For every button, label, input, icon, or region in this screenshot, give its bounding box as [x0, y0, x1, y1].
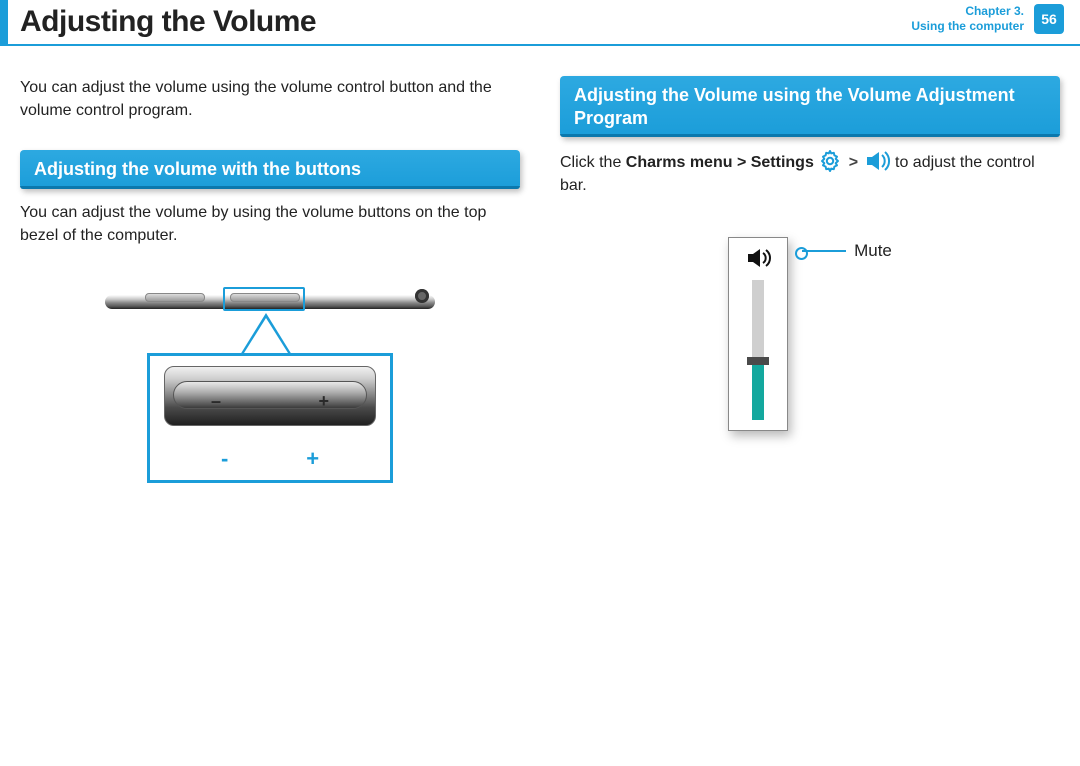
zoom-minus-label: - [221, 446, 228, 472]
program-text-pre: Click the [560, 154, 626, 171]
header-accent-bar [0, 0, 8, 44]
volume-button-highlight [223, 287, 305, 311]
left-column: You can adjust the volume using the volu… [20, 76, 520, 483]
mute-toggle-icon[interactable] [743, 244, 773, 272]
zoom-labels: - + [164, 446, 376, 474]
program-body-text: Click the Charms menu > Settings > [560, 149, 1060, 197]
volume-icon [865, 149, 891, 173]
page-number-badge: 56 [1034, 4, 1064, 34]
volume-slider[interactable] [752, 280, 764, 420]
page-header: Adjusting the Volume Chapter 3. Using th… [0, 0, 1080, 46]
page-title: Adjusting the Volume [20, 5, 316, 39]
leader-line-icon [802, 250, 846, 252]
settings-gear-icon [818, 149, 842, 173]
volume-slider-thumb[interactable] [747, 357, 769, 365]
chapter-name: Using the computer [911, 19, 1024, 34]
header-right: Chapter 3. Using the computer 56 [911, 0, 1064, 34]
zoom-callout: – + - + [147, 353, 393, 483]
intro-text: You can adjust the volume using the volu… [20, 76, 520, 122]
section-heading-buttons: Adjusting the volume with the buttons [20, 150, 520, 189]
zoom-plus-label: + [306, 446, 319, 472]
buttons-body-text: You can adjust the volume by using the v… [20, 201, 520, 247]
volume-panel-figure: Mute [560, 237, 1060, 431]
rocker-plus-icon: + [318, 391, 329, 412]
mute-callout: Mute [802, 241, 892, 261]
volume-rocker-illustration: – + [164, 366, 376, 426]
chapter-number: Chapter 3. [911, 4, 1024, 19]
volume-panel [728, 237, 788, 431]
section-heading-program: Adjusting the Volume using the Volume Ad… [560, 76, 1060, 137]
path-separator: > [849, 154, 858, 171]
right-column: Adjusting the Volume using the Volume Ad… [560, 76, 1060, 483]
charms-path: Charms menu > Settings [626, 154, 814, 171]
device-figure: – + - + [20, 287, 520, 483]
device-edge-illustration [105, 287, 435, 315]
content-columns: You can adjust the volume using the volu… [0, 46, 1080, 483]
mute-label: Mute [854, 241, 892, 261]
rocker-minus-icon: – [211, 391, 221, 412]
header-left: Adjusting the Volume [0, 0, 316, 44]
chapter-info: Chapter 3. Using the computer [911, 4, 1024, 34]
volume-slider-fill [752, 357, 764, 420]
callout-arrow-icon [240, 313, 292, 355]
